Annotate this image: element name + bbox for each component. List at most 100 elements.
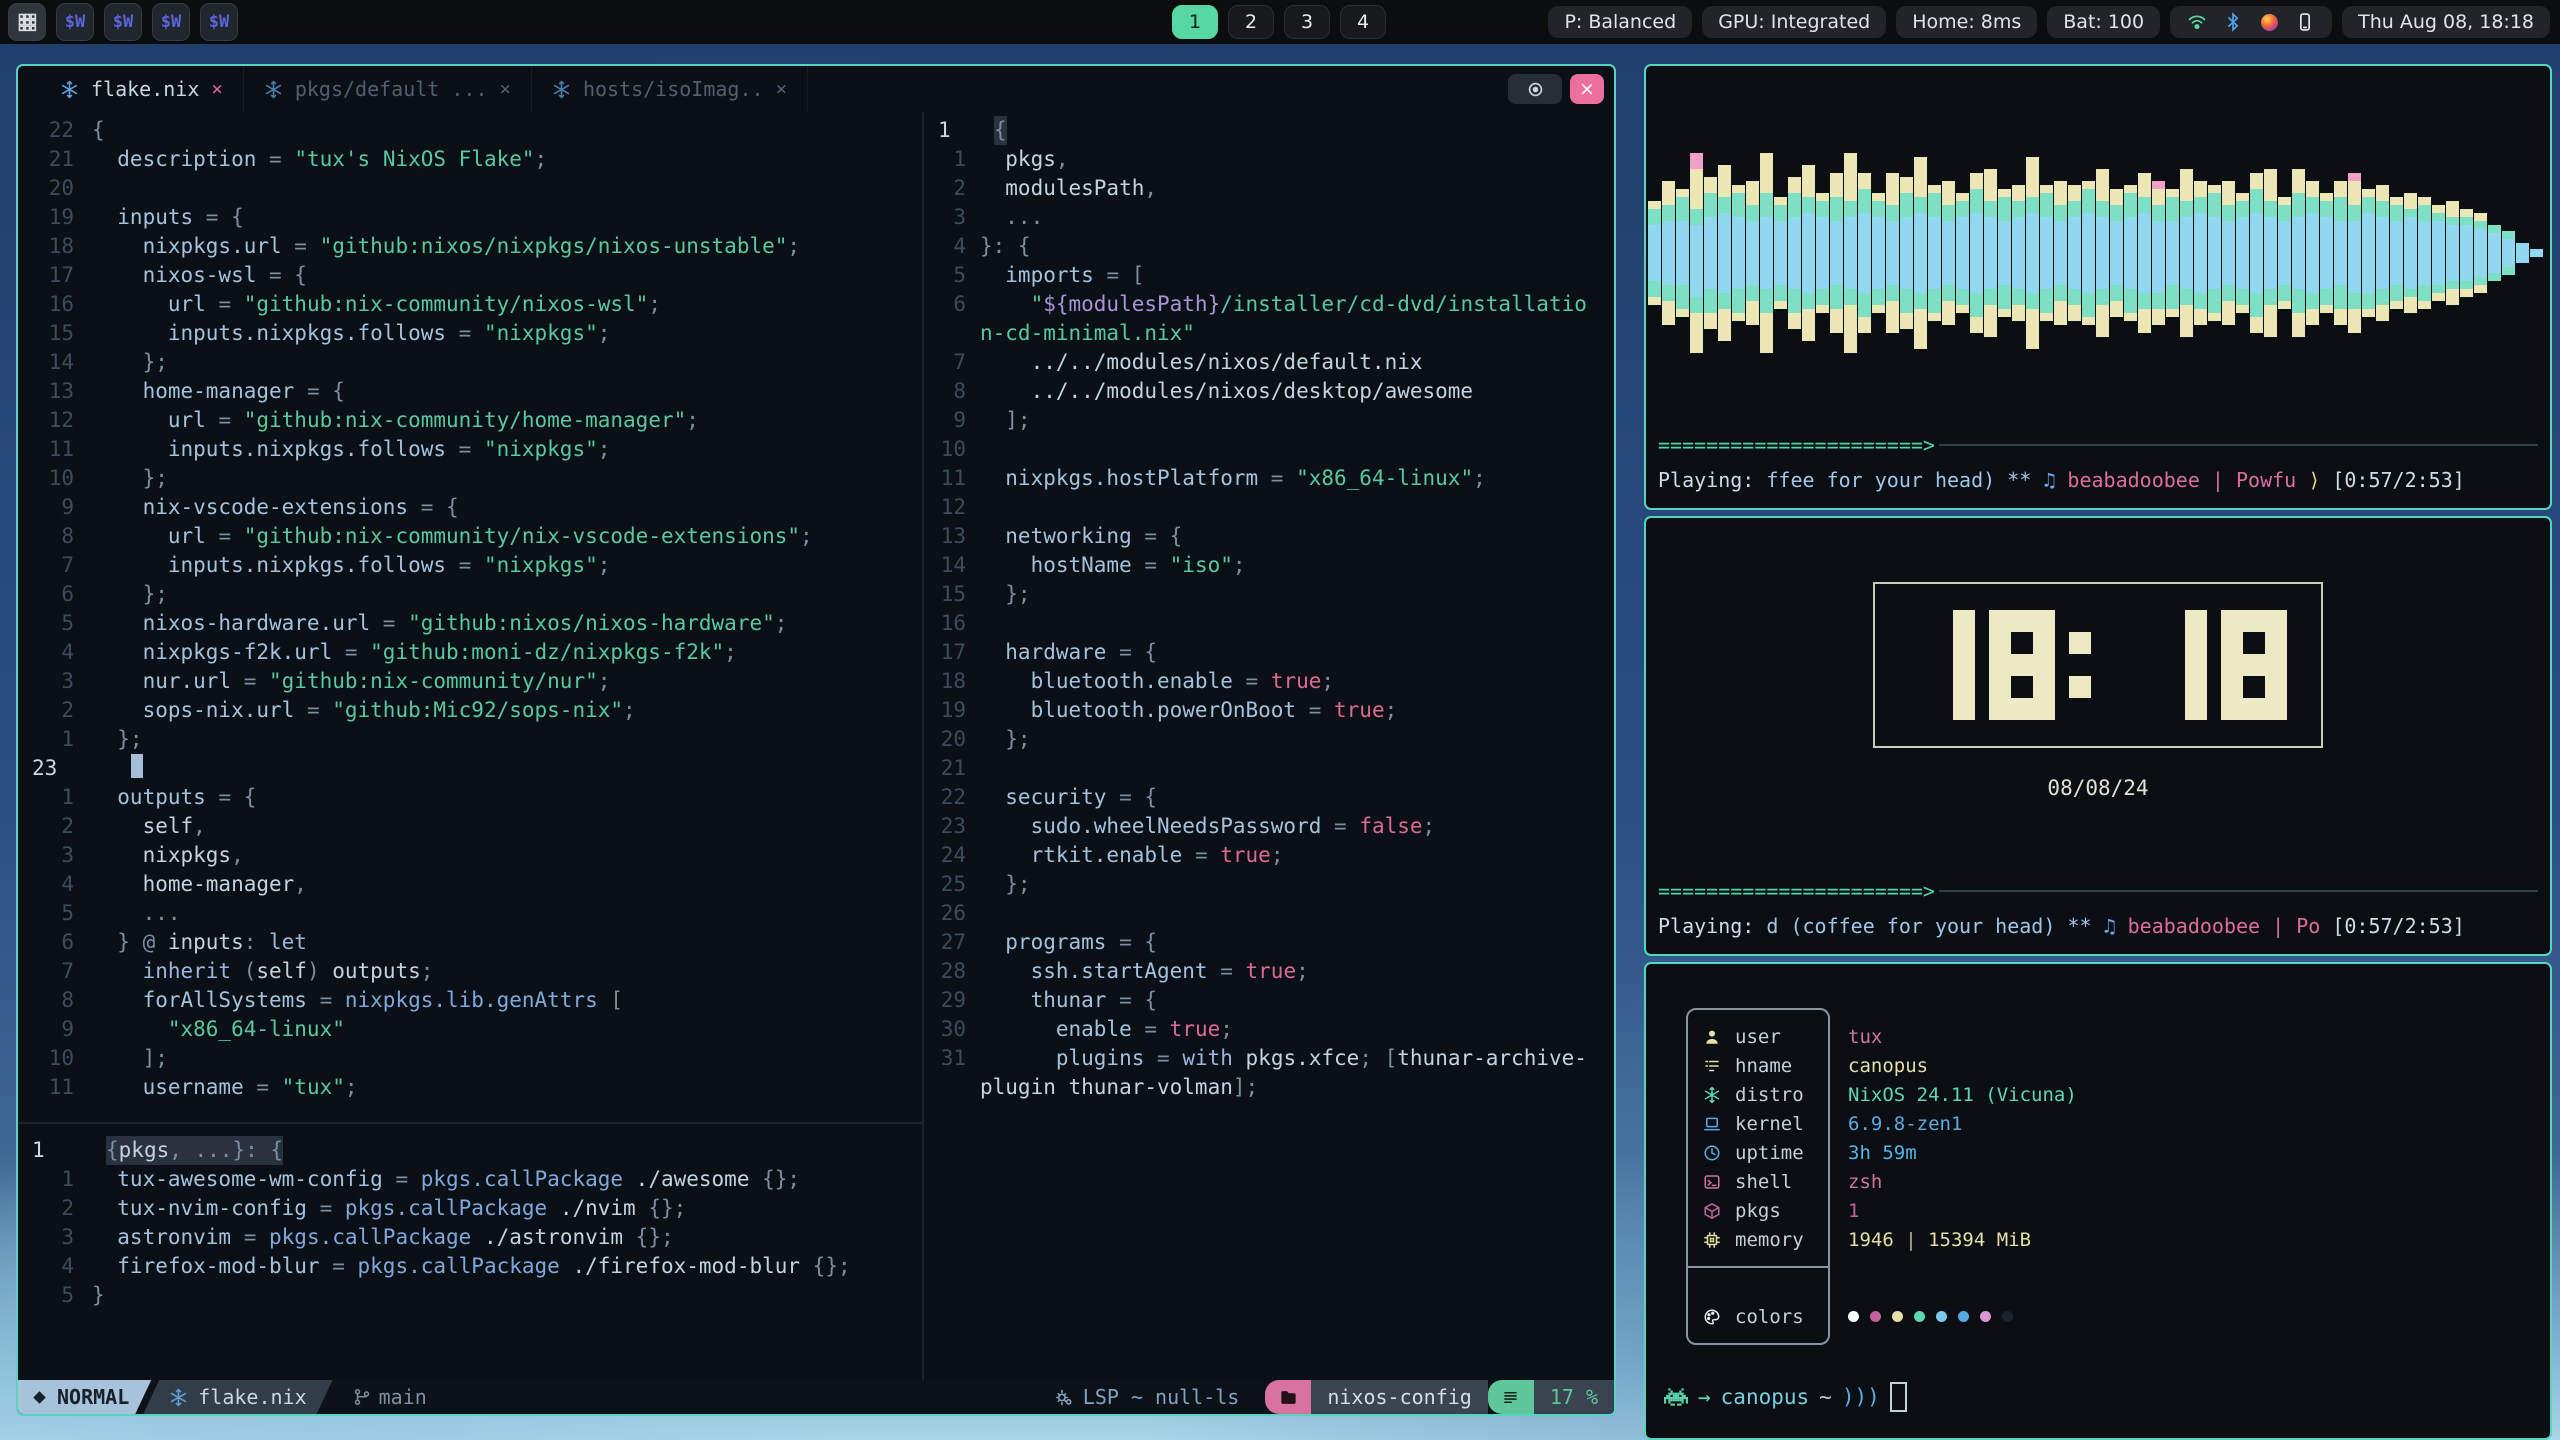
tab-hosts-isoImag-[interactable]: hosts/isoImag..× bbox=[532, 66, 808, 112]
line-number: 4 bbox=[18, 870, 92, 899]
line-number: 5 bbox=[924, 261, 980, 290]
code-line: 9 "x86_64-linux" bbox=[18, 1015, 922, 1044]
tab-close-icon[interactable]: × bbox=[499, 78, 510, 100]
code-line: 16 bbox=[924, 609, 1614, 638]
line-number: 19 bbox=[18, 203, 92, 232]
code-text: url = "github:nix-community/home-manager… bbox=[92, 406, 699, 435]
code-text: }; bbox=[980, 725, 1031, 754]
tag-1[interactable]: 1 bbox=[1172, 5, 1218, 39]
waveform-column bbox=[1760, 153, 1773, 353]
line-number: 23 bbox=[924, 812, 980, 841]
toggle-button[interactable] bbox=[1508, 74, 1562, 104]
gear-icon bbox=[1054, 1388, 1073, 1407]
tag-4[interactable]: 4 bbox=[1340, 5, 1386, 39]
waveform-column bbox=[2488, 225, 2501, 281]
code-line: 5 imports = [ bbox=[924, 261, 1614, 290]
line-number: 2 bbox=[18, 812, 92, 841]
waveform-column bbox=[2152, 181, 2165, 325]
launcher-button-4[interactable]: $W bbox=[200, 3, 238, 41]
code-text: { bbox=[92, 116, 105, 145]
code-line: 4 home-manager, bbox=[18, 870, 922, 899]
waveform-column bbox=[2194, 181, 2207, 325]
code-text bbox=[106, 754, 131, 783]
code-line: 1{pkgs, ...}: { bbox=[18, 1136, 922, 1165]
line-number: 6 bbox=[18, 928, 92, 957]
code-text: hostName = "iso"; bbox=[980, 551, 1246, 580]
launcher-button-2[interactable]: $W bbox=[104, 3, 142, 41]
code-text: nix-vscode-extensions = { bbox=[92, 493, 459, 522]
package-icon bbox=[1702, 1201, 1722, 1221]
app-grid-icon[interactable] bbox=[8, 3, 46, 41]
line-number bbox=[924, 319, 980, 348]
waveform-column bbox=[2012, 185, 2025, 321]
code-line: 17 nixos-wsl = { bbox=[18, 261, 922, 290]
waveform-column bbox=[2096, 169, 2109, 337]
code-pane-pkgs-default[interactable]: 1{pkgs, ...}: {1 tux-awesome-wm-config =… bbox=[18, 1124, 922, 1310]
line-number: 20 bbox=[18, 174, 92, 203]
tab-flake-nix[interactable]: flake.nix× bbox=[40, 66, 244, 112]
code-line: 12 bbox=[924, 493, 1614, 522]
waveform-column bbox=[2250, 173, 2263, 333]
branch-icon bbox=[353, 1388, 371, 1406]
phone-icon[interactable] bbox=[2294, 11, 2316, 33]
tab-pkgs-default-[interactable]: pkgs/default ...× bbox=[244, 66, 532, 112]
waveform-column bbox=[2320, 193, 2333, 313]
launcher-button-3[interactable]: $W bbox=[152, 3, 190, 41]
line-number: 16 bbox=[924, 609, 980, 638]
shell-prompt[interactable]: → canopus ~ ))) bbox=[1646, 1382, 2550, 1438]
line-number: 21 bbox=[924, 754, 980, 783]
line-number: 12 bbox=[18, 406, 92, 435]
code-text: thunar = { bbox=[980, 986, 1157, 1015]
code-text: nixpkgs.url = "github:nixos/nixpkgs/nixo… bbox=[92, 232, 800, 261]
line-number: 21 bbox=[18, 145, 92, 174]
fetch-label-row: hname bbox=[1688, 1051, 1828, 1080]
fetch-label: shell bbox=[1735, 1171, 1792, 1193]
color-wheel-icon[interactable] bbox=[2258, 11, 2280, 33]
waveform-column bbox=[2334, 181, 2347, 325]
line-number: 28 bbox=[924, 957, 980, 986]
code-text: tux-nvim-config = pkgs.callPackage ./nvi… bbox=[92, 1194, 686, 1223]
code-line: 9 nix-vscode-extensions = { bbox=[18, 493, 922, 522]
tag-2[interactable]: 2 bbox=[1228, 5, 1274, 39]
fetch-value: 6.9.8-zen1 bbox=[1848, 1113, 1962, 1135]
wifi-icon[interactable] bbox=[2186, 11, 2208, 33]
line-number: 5 bbox=[18, 899, 92, 928]
line-number: 11 bbox=[18, 1073, 92, 1102]
code-text: programs = { bbox=[980, 928, 1157, 957]
tag-3[interactable]: 3 bbox=[1284, 5, 1330, 39]
fetch-label-row: memory bbox=[1688, 1225, 1828, 1254]
close-window-button[interactable]: × bbox=[1570, 74, 1604, 104]
audio-waveform bbox=[1646, 66, 2550, 430]
code-pane-iso-image[interactable]: 1{1 pkgs,2 modulesPath,3 ...4}: {5 impor… bbox=[924, 112, 1614, 1102]
tab-close-icon[interactable]: × bbox=[211, 78, 222, 100]
line-number: 14 bbox=[924, 551, 980, 580]
line-number: 1 bbox=[924, 116, 994, 145]
code-line: 4 nixpkgs-f2k.url = "github:moni-dz/nixp… bbox=[18, 638, 922, 667]
waveform-column bbox=[2222, 181, 2235, 325]
tab-close-icon[interactable]: × bbox=[776, 78, 787, 100]
project-segment: nixos-config bbox=[1311, 1380, 1488, 1414]
playing-text: Playing: bbox=[1658, 468, 1766, 492]
waveform-column bbox=[2082, 181, 2095, 325]
line-number: 7 bbox=[18, 551, 92, 580]
progress-line bbox=[1939, 444, 2538, 446]
code-line: 22 security = { bbox=[924, 783, 1614, 812]
code-line: 3 astronvim = pkgs.callPackage ./astronv… bbox=[18, 1223, 922, 1252]
code-text: self, bbox=[92, 812, 206, 841]
code-line: 10 bbox=[924, 435, 1614, 464]
code-line: 31 plugins = with pkgs.xfce; [thunar-arc… bbox=[924, 1044, 1614, 1073]
code-text: }; bbox=[980, 870, 1031, 899]
code-pane-flake[interactable]: 22{21 description = "tux's NixOS Flake";… bbox=[18, 112, 922, 1108]
waveform-column bbox=[1732, 185, 1745, 321]
launcher-button-1[interactable]: $W bbox=[56, 3, 94, 41]
line-number: 1 bbox=[18, 725, 92, 754]
code-line: 1 outputs = { bbox=[18, 783, 922, 812]
clock-digit bbox=[1989, 610, 2055, 720]
buffer-tabbar: flake.nix×pkgs/default ...×hosts/isoImag… bbox=[18, 66, 1614, 112]
visualizer-window: ======================> Playing: ffee fo… bbox=[1644, 64, 2552, 510]
bluetooth-icon[interactable] bbox=[2222, 11, 2244, 33]
code-text: nur.url = "github:nix-community/nur"; bbox=[92, 667, 610, 696]
line-number: 3 bbox=[18, 667, 92, 696]
statusline: NORMAL flake.nix main LSP ~ null-ls nixo… bbox=[18, 1380, 1614, 1414]
editor-cursor bbox=[131, 754, 143, 778]
